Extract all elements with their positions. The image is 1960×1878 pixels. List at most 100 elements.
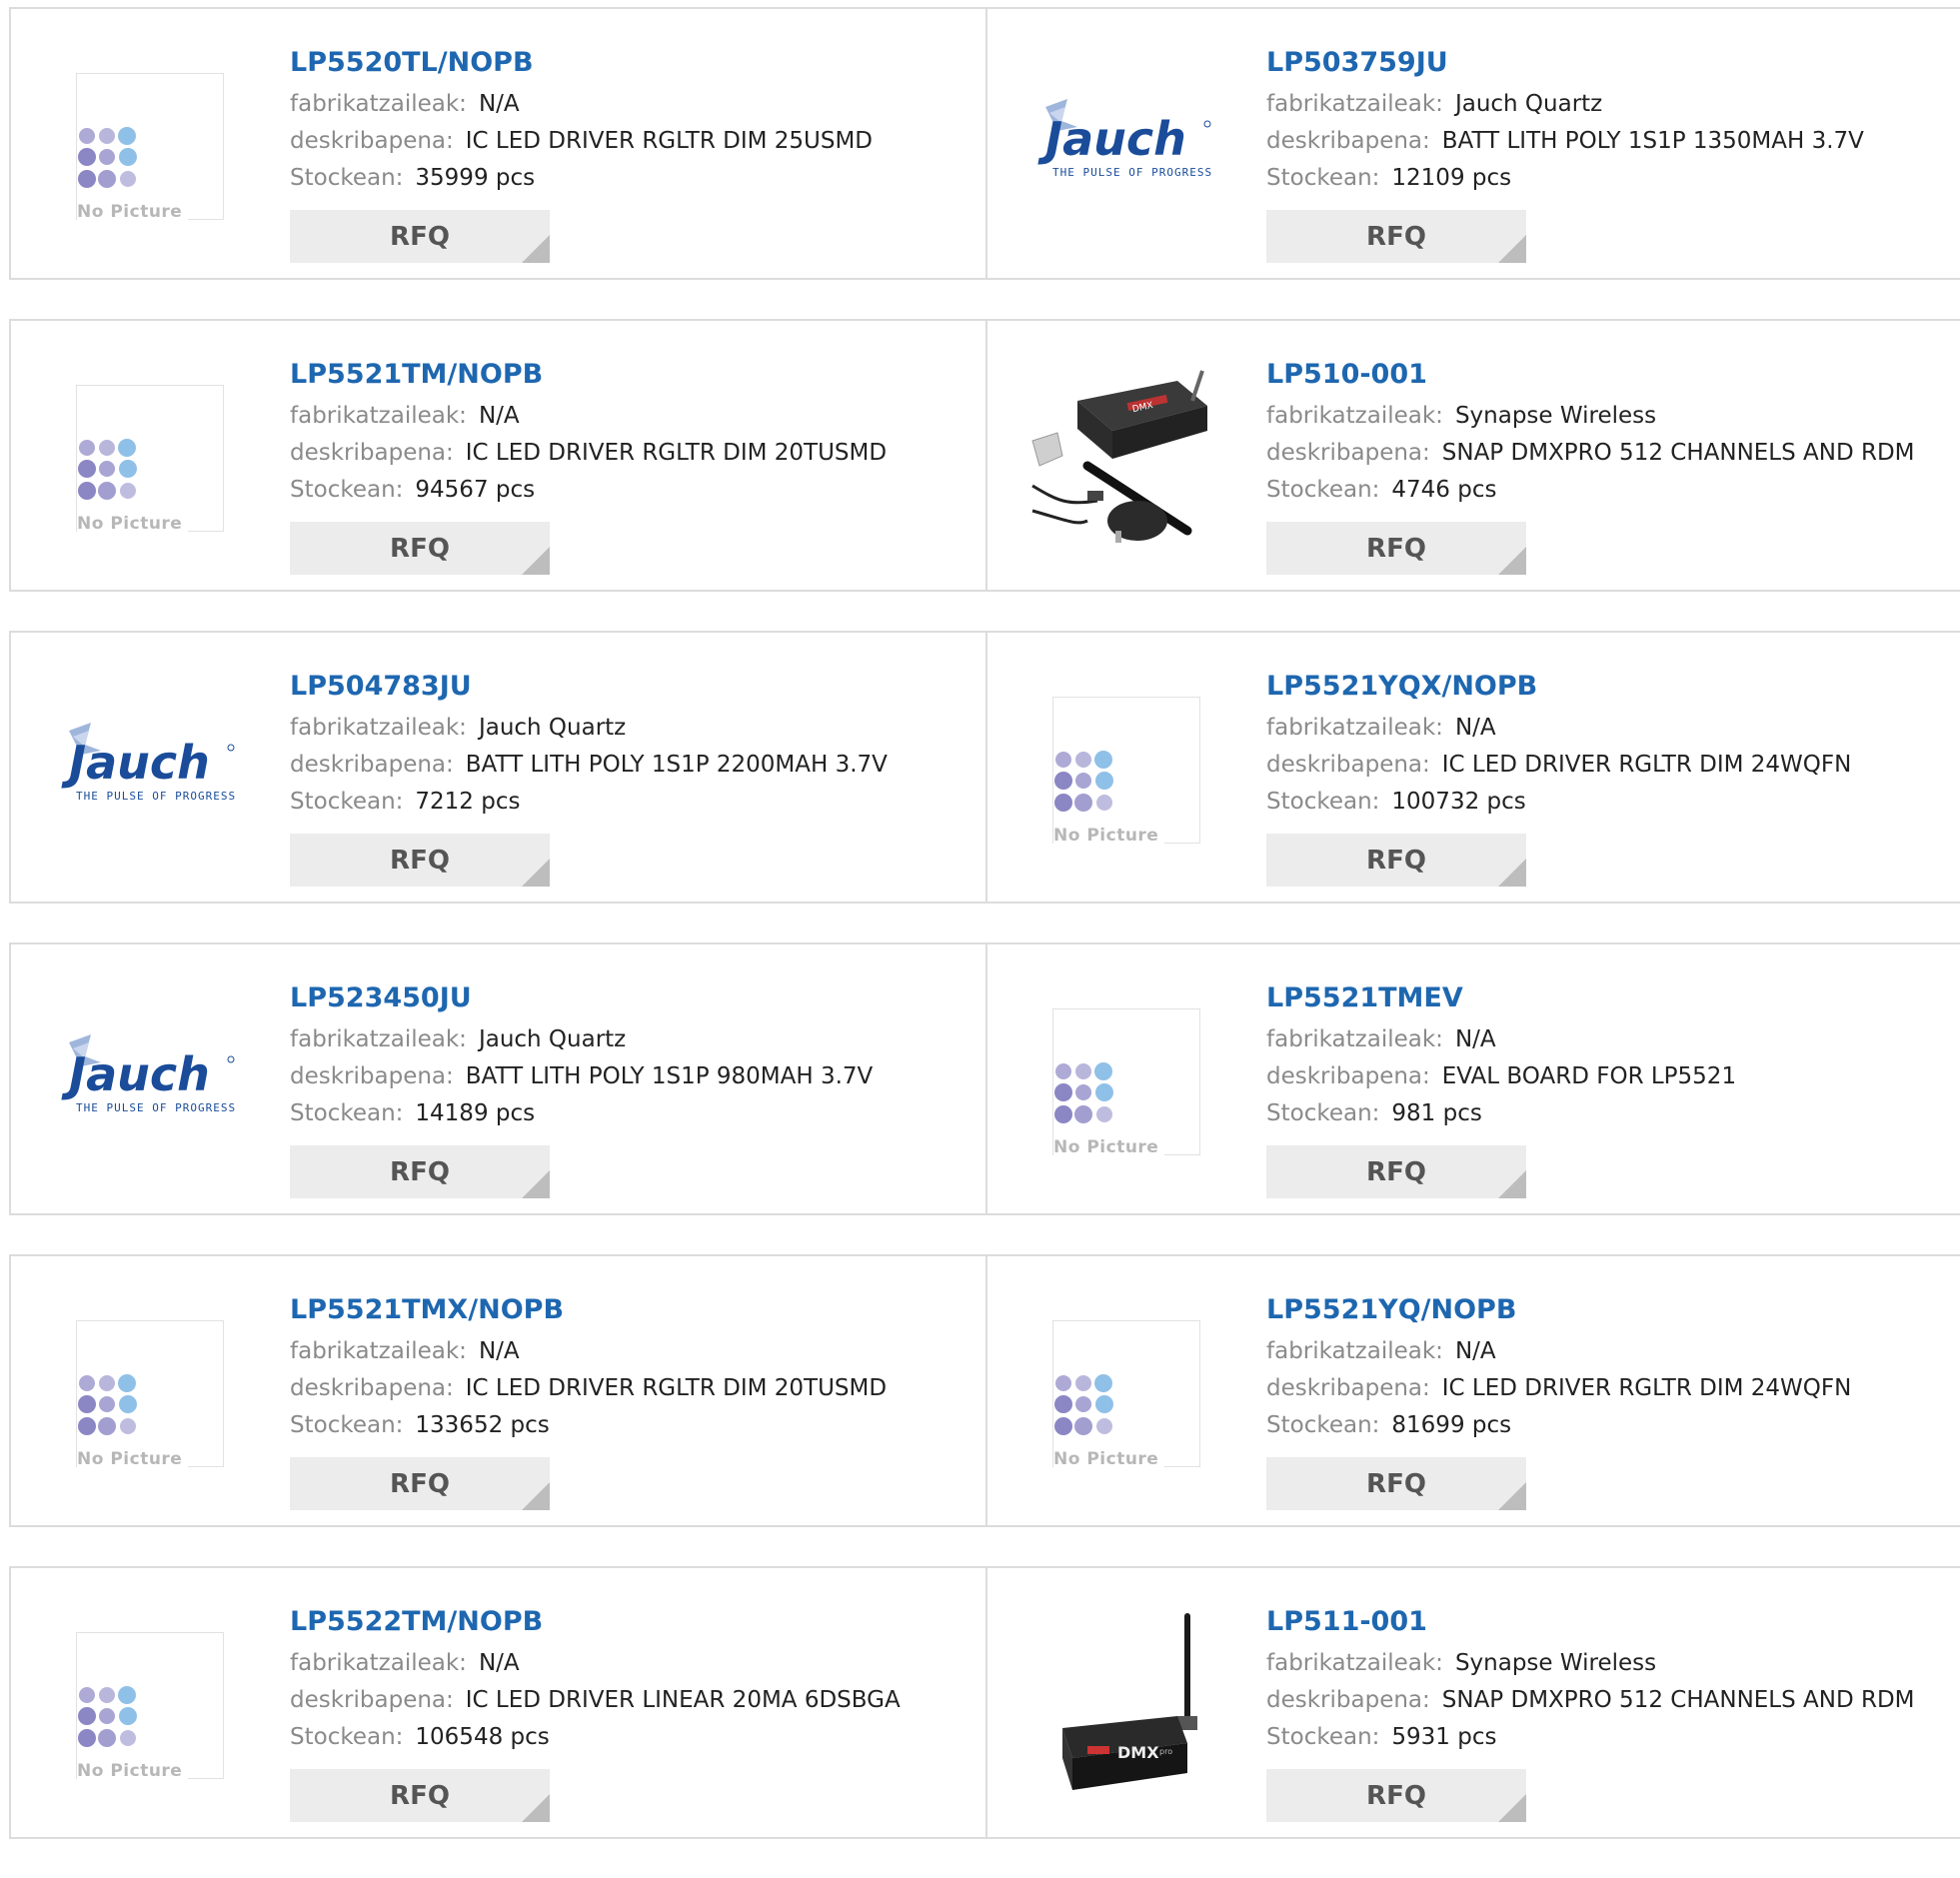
manufacturer-label: fabrikatzaileak: [290,715,467,741]
part-number-link[interactable]: LP5521TMEV [1266,978,1736,1018]
manufacturer-line: fabrikatzaileak: Synapse Wireless [1266,398,1915,435]
part-number-link[interactable]: LP511-001 [1266,1602,1915,1642]
rfq-button[interactable]: RFQ [1266,1457,1526,1510]
no-picture-placeholder: No Picture [76,1632,224,1781]
rfq-corner-decoration [522,235,550,263]
description-value: IC LED DRIVER RGLTR DIM 24WQFN [1441,1375,1852,1401]
part-number-link[interactable]: LP510-001 [1266,355,1915,395]
rfq-label: RFQ [1366,221,1426,252]
no-picture-dots [77,438,147,512]
stock-value: 7212 pcs [415,789,521,815]
stock-value: 133652 pcs [415,1412,550,1438]
product-info: LP504783JU fabrikatzaileak: Jauch Quartz … [290,667,888,887]
description-value: BATT LITH POLY 1S1P 2200MAH 3.7V [465,752,888,778]
description-label: deskribapena: [290,1687,454,1713]
part-number-link[interactable]: LP5521TMX/NOPB [290,1290,887,1330]
manufacturer-line: fabrikatzaileak: Synapse Wireless [1266,1645,1915,1682]
manufacturer-value: Jauch Quartz [478,1026,627,1052]
description-line: deskribapena: BATT LITH POLY 1S1P 980MAH … [290,1058,873,1095]
manufacturer-value: N/A [1454,1026,1496,1052]
product-image[interactable]: DMX pro [1027,1608,1217,1798]
no-picture-dots [77,126,147,200]
manufacturer-label: fabrikatzaileak: [1266,403,1443,429]
stock-label: Stockean: [290,789,404,815]
rfq-corner-decoration [522,1794,550,1822]
rfq-label: RFQ [390,845,450,876]
rfq-button[interactable]: RFQ [1266,1145,1526,1198]
rfq-button[interactable]: RFQ [1266,1769,1526,1822]
manufacturer-line: fabrikatzaileak: N/A [290,398,887,435]
rfq-corner-decoration [1498,1482,1526,1510]
stock-line: Stockean: 981 pcs [1266,1095,1736,1132]
product-image[interactable]: DMX [1027,361,1217,551]
no-picture-dots-icon [78,439,137,500]
description-line: deskribapena: BATT LITH POLY 1S1P 2200MAH… [290,747,888,784]
manufacturer-value: Synapse Wireless [1454,403,1657,429]
stock-value: 5931 pcs [1391,1724,1497,1750]
rfq-corner-decoration [522,859,550,887]
jauch-logo-icon: Jauch THE PULSE OF PROGRESS [61,723,235,803]
description-label: deskribapena: [1266,440,1430,466]
product-image[interactable]: Jauch THE PULSE OF PROGRESS [51,673,241,863]
stock-label: Stockean: [290,1100,404,1126]
manufacturer-label: fabrikatzaileak: [290,1026,467,1052]
rfq-button[interactable]: RFQ [290,1457,550,1510]
stock-label: Stockean: [1266,789,1380,815]
rfq-corner-decoration [522,1482,550,1510]
rfq-button[interactable]: RFQ [290,210,550,263]
dmx-device-brand-suffix: pro [1159,1747,1172,1756]
description-value: SNAP DMXPRO 512 CHANNELS AND RDM [1441,440,1915,466]
no-picture-placeholder: No Picture [1052,1320,1200,1469]
rfq-button[interactable]: RFQ [290,522,550,575]
product-info: LP523450JU fabrikatzaileak: Jauch Quartz … [290,978,873,1198]
rfq-button[interactable]: RFQ [290,1769,550,1822]
product-image[interactable]: Jauch THE PULSE OF PROGRESS [51,984,241,1174]
description-line: deskribapena: IC LED DRIVER RGLTR DIM 20T… [290,1370,887,1407]
stock-label: Stockean: [1266,477,1380,503]
dmx-device-brand: DMX [1117,1743,1159,1762]
no-picture-dots-icon [1054,751,1113,812]
description-line: deskribapena: BATT LITH POLY 1S1P 1350MAH… [1266,123,1864,160]
rfq-label: RFQ [390,1780,450,1811]
product-card: LP5521YQX/NOPB fabrikatzaileak: N/A deskr… [985,633,1960,902]
rfq-button[interactable]: RFQ [1266,522,1526,575]
rfq-label: RFQ [1366,1468,1426,1499]
product-info: LP510-001 fabrikatzaileak: Synapse Wirele… [1266,355,1915,575]
manufacturer-value: N/A [478,91,520,117]
manufacturer-line: fabrikatzaileak: Jauch Quartz [290,710,888,747]
no-picture-dots [1053,1373,1123,1447]
part-number-link[interactable]: LP523450JU [290,978,873,1018]
rfq-label: RFQ [390,221,450,252]
part-number-link[interactable]: LP5520TL/NOPB [290,43,873,83]
part-number-link[interactable]: LP5522TM/NOPB [290,1602,901,1642]
product-info: LP5521TMX/NOPB fabrikatzaileak: N/A deskr… [290,1290,887,1510]
no-picture-label: No Picture [77,1761,189,1781]
description-value: EVAL BOARD FOR LP5521 [1441,1063,1737,1089]
description-label: deskribapena: [290,128,454,154]
description-value: IC LED DRIVER RGLTR DIM 20TUSMD [465,1375,888,1401]
manufacturer-label: fabrikatzaileak: [1266,1026,1443,1052]
rfq-label: RFQ [1366,845,1426,876]
stock-value: 4746 pcs [1391,477,1497,503]
product-image[interactable]: Jauch THE PULSE OF PROGRESS [1027,49,1217,239]
rfq-button[interactable]: RFQ [290,1145,550,1198]
product-info: LP5521YQ/NOPB fabrikatzaileak: N/A deskri… [1266,1290,1851,1510]
product-info: LP5521TM/NOPB fabrikatzaileak: N/A deskri… [290,355,887,575]
product-card: LP5521TMEV fabrikatzaileak: N/A deskribap… [985,944,1960,1213]
part-number-link[interactable]: LP5521YQ/NOPB [1266,1290,1851,1330]
rfq-button[interactable]: RFQ [1266,210,1526,263]
manufacturer-value: N/A [478,1650,520,1676]
rfq-button[interactable]: RFQ [1266,834,1526,887]
description-label: deskribapena: [290,1375,454,1401]
stock-label: Stockean: [290,477,404,503]
stock-value: 35999 pcs [415,165,536,191]
part-number-link[interactable]: LP503759JU [1266,43,1864,83]
rfq-button[interactable]: RFQ [290,834,550,887]
jauch-wordmark: Jauch [61,736,210,790]
part-number-link[interactable]: LP5521TM/NOPB [290,355,887,395]
description-label: deskribapena: [1266,1375,1430,1401]
part-number-link[interactable]: LP504783JU [290,667,888,707]
part-number-link[interactable]: LP5521YQX/NOPB [1266,667,1851,707]
description-value: IC LED DRIVER RGLTR DIM 20TUSMD [465,440,888,466]
no-picture-label: No Picture [77,514,189,534]
